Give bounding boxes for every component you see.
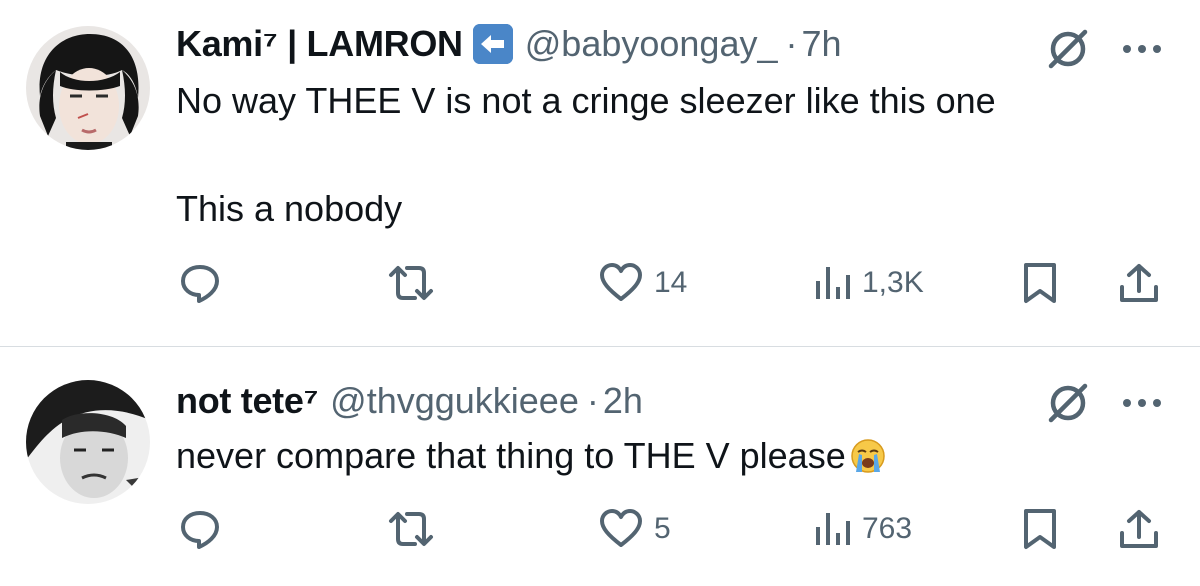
loudly-crying-face-icon [850,438,886,474]
grok-icon[interactable] [1045,26,1091,72]
views-button[interactable]: 763 [812,507,912,551]
share-icon [1120,510,1158,548]
retweet-button[interactable] [385,261,447,305]
reply-icon [181,511,219,549]
share-icon [1120,264,1158,302]
tweet-header: not tete⁷ @thvggukkieee · 2h [176,379,643,423]
retweet-button[interactable] [385,507,447,551]
like-count: 14 [654,266,688,299]
timestamp[interactable]: 2h [603,380,643,422]
more-icon[interactable] [1120,42,1164,56]
handle[interactable]: @thvggukkieee [330,380,579,422]
like-count: 5 [654,512,671,545]
bookmark-button[interactable] [1020,507,1060,551]
bookmark-icon [1024,263,1056,303]
tweet-text-content: never compare that thing to THE V please [176,435,846,476]
tweet-text: This a nobody [176,188,403,229]
bookmark-button[interactable] [1020,261,1060,305]
display-name[interactable]: Kami⁷ | LAMRON [176,23,463,65]
separator: · [785,23,798,64]
like-button[interactable]: 14 [598,261,687,305]
view-count: 1,3K [862,266,924,299]
views-icon [816,513,850,545]
tweet-header: Kami⁷ | LAMRON @babyoongay_ · 7h [176,22,842,66]
reply-icon [181,265,219,303]
separator: · [586,380,599,421]
share-button[interactable] [1117,261,1161,305]
bookmark-icon [1024,509,1056,549]
heart-icon [600,509,642,547]
tweet[interactable]: Kami⁷ | LAMRON @babyoongay_ · 7h No way … [0,0,1200,346]
avatar[interactable] [26,26,150,150]
reply-button[interactable] [178,507,232,551]
display-name[interactable]: not tete⁷ [176,380,318,422]
views-icon [816,267,850,299]
share-button[interactable] [1117,507,1161,551]
retweet-icon [389,266,433,300]
tweet-text: never compare that thing to THE V please [176,435,886,477]
heart-icon [600,263,642,301]
views-button[interactable]: 1,3K [812,261,924,305]
view-count: 763 [862,512,913,545]
grok-icon[interactable] [1045,380,1091,426]
avatar[interactable] [26,380,150,504]
more-icon[interactable] [1120,396,1164,410]
like-button[interactable]: 5 [598,507,671,551]
left-arrow-emoji-icon [472,24,513,64]
tweet[interactable]: not tete⁷ @thvggukkieee · 2h never compa… [0,347,1200,586]
timestamp[interactable]: 7h [802,23,842,65]
handle[interactable]: @babyoongay_ [525,23,778,65]
reply-button[interactable] [178,261,232,305]
retweet-icon [389,512,433,546]
tweet-text: No way THEE V is not a cringe sleezer li… [176,80,996,121]
